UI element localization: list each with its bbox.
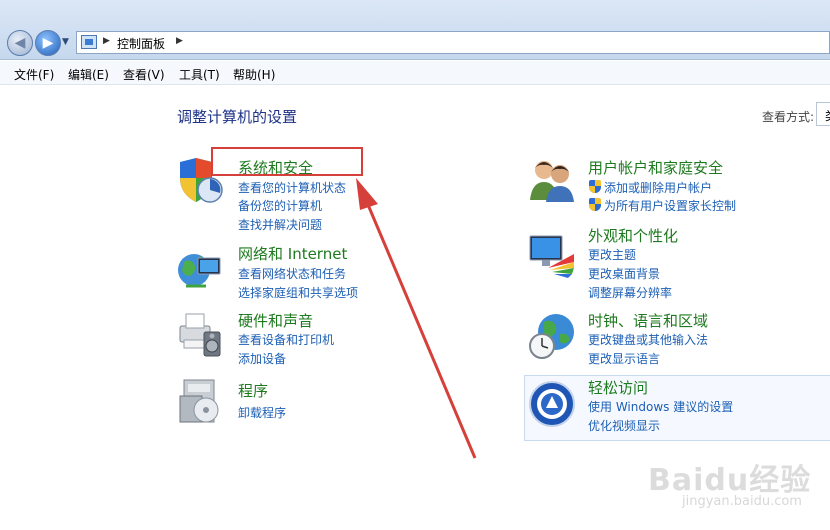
menu-bar: 文件(F) 编辑(E) 查看(V) 工具(T) 帮助(H) [0, 61, 830, 85]
link-windows-recommended-settings[interactable]: 使用 Windows 建议的设置 [588, 398, 733, 415]
forward-button[interactable]: ▶ [35, 30, 61, 56]
link-adjust-resolution[interactable]: 调整屏幕分辨率 [588, 284, 672, 301]
menu-help[interactable]: 帮助(H) [233, 66, 275, 83]
link-change-theme[interactable]: 更改主题 [588, 246, 636, 263]
ease-of-access-icon[interactable] [528, 380, 576, 428]
link-homegroup-sharing[interactable]: 选择家庭组和共享选项 [238, 284, 358, 301]
link-change-display-language[interactable]: 更改显示语言 [588, 350, 660, 367]
recent-pages-dropdown-icon[interactable]: ▼ [62, 37, 69, 47]
category-programs-title[interactable]: 程序 [238, 380, 268, 401]
category-hardware-sound-title[interactable]: 硬件和声音 [238, 310, 313, 331]
category-network-title[interactable]: 网络和 Internet [238, 243, 347, 264]
address-bar[interactable]: ▶ 控制面板 ▶ [76, 31, 830, 54]
menu-view[interactable]: 查看(V) [123, 66, 165, 83]
baidu-watermark: Baidu经验 [648, 463, 812, 498]
appearance-monitor-icon[interactable] [528, 232, 576, 280]
link-troubleshoot[interactable]: 查找并解决问题 [238, 216, 322, 233]
clock-globe-icon[interactable] [528, 312, 576, 360]
link-change-input-methods[interactable]: 更改键盘或其他输入法 [588, 331, 708, 348]
uac-shield-icon [589, 198, 601, 211]
users-icon[interactable] [528, 156, 576, 204]
category-user-accounts-title[interactable]: 用户帐户和家庭安全 [588, 157, 723, 178]
link-devices-printers[interactable]: 查看设备和打印机 [238, 331, 334, 348]
view-by-select[interactable]: 类 [816, 102, 830, 126]
link-add-remove-accounts[interactable]: 添加或删除用户帐户 [604, 179, 712, 196]
breadcrumb-control-panel[interactable]: 控制面板 [117, 35, 165, 52]
link-change-desktop-background[interactable]: 更改桌面背景 [588, 265, 660, 282]
control-panel-icon [81, 35, 97, 49]
link-optimize-visual-display[interactable]: 优化视频显示 [588, 417, 660, 434]
link-view-computer-status[interactable]: 查看您的计算机状态 [238, 179, 346, 196]
printer-speaker-icon[interactable] [176, 310, 224, 358]
forward-arrow-icon: ▶ [42, 35, 54, 51]
view-by-label: 查看方式: [762, 110, 815, 124]
back-arrow-icon: ◀ [14, 35, 26, 51]
breadcrumb-expand-icon[interactable]: ▶ [176, 36, 183, 46]
annotation-highlight-box [211, 147, 363, 176]
network-globe-icon[interactable] [176, 246, 224, 294]
uac-shield-icon [589, 180, 601, 193]
address-toolbar: ◀ ▶ ▼ ▶ 控制面板 ▶ [0, 0, 830, 60]
programs-icon[interactable] [176, 378, 224, 426]
back-button[interactable]: ◀ [7, 30, 33, 56]
link-parental-controls[interactable]: 为所有用户设置家长控制 [604, 197, 736, 214]
page-title: 调整计算机的设置 [177, 108, 298, 126]
category-ease-of-access-title[interactable]: 轻松访问 [588, 377, 648, 398]
baidu-watermark-url: jingyan.baidu.com [682, 494, 802, 509]
link-add-device[interactable]: 添加设备 [238, 350, 286, 367]
category-clock-language-title[interactable]: 时钟、语言和区域 [588, 310, 708, 331]
menu-edit[interactable]: 编辑(E) [68, 66, 109, 83]
breadcrumb-separator-icon[interactable]: ▶ [103, 36, 110, 46]
category-appearance-title[interactable]: 外观和个性化 [588, 225, 678, 246]
link-network-status[interactable]: 查看网络状态和任务 [238, 265, 346, 282]
link-uninstall-program[interactable]: 卸载程序 [238, 404, 286, 421]
link-backup-computer[interactable]: 备份您的计算机 [238, 197, 322, 214]
menu-tools[interactable]: 工具(T) [179, 66, 220, 83]
menu-file[interactable]: 文件(F) [14, 66, 54, 83]
